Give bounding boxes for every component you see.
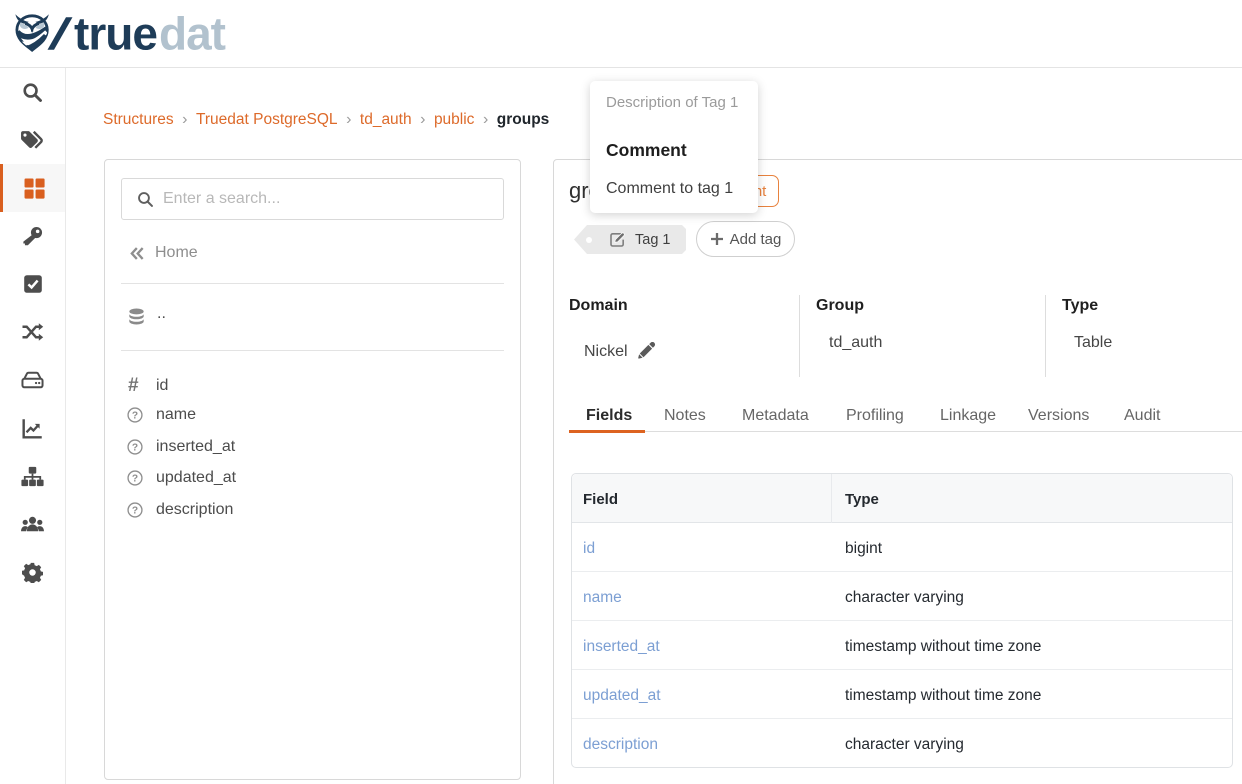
svg-text:dat: dat — [159, 8, 226, 58]
svg-text:?: ? — [132, 411, 138, 422]
svg-text:?: ? — [132, 442, 138, 453]
svg-text:true: true — [74, 8, 157, 58]
svg-text:?: ? — [132, 474, 138, 485]
svg-text:?: ? — [132, 505, 138, 516]
